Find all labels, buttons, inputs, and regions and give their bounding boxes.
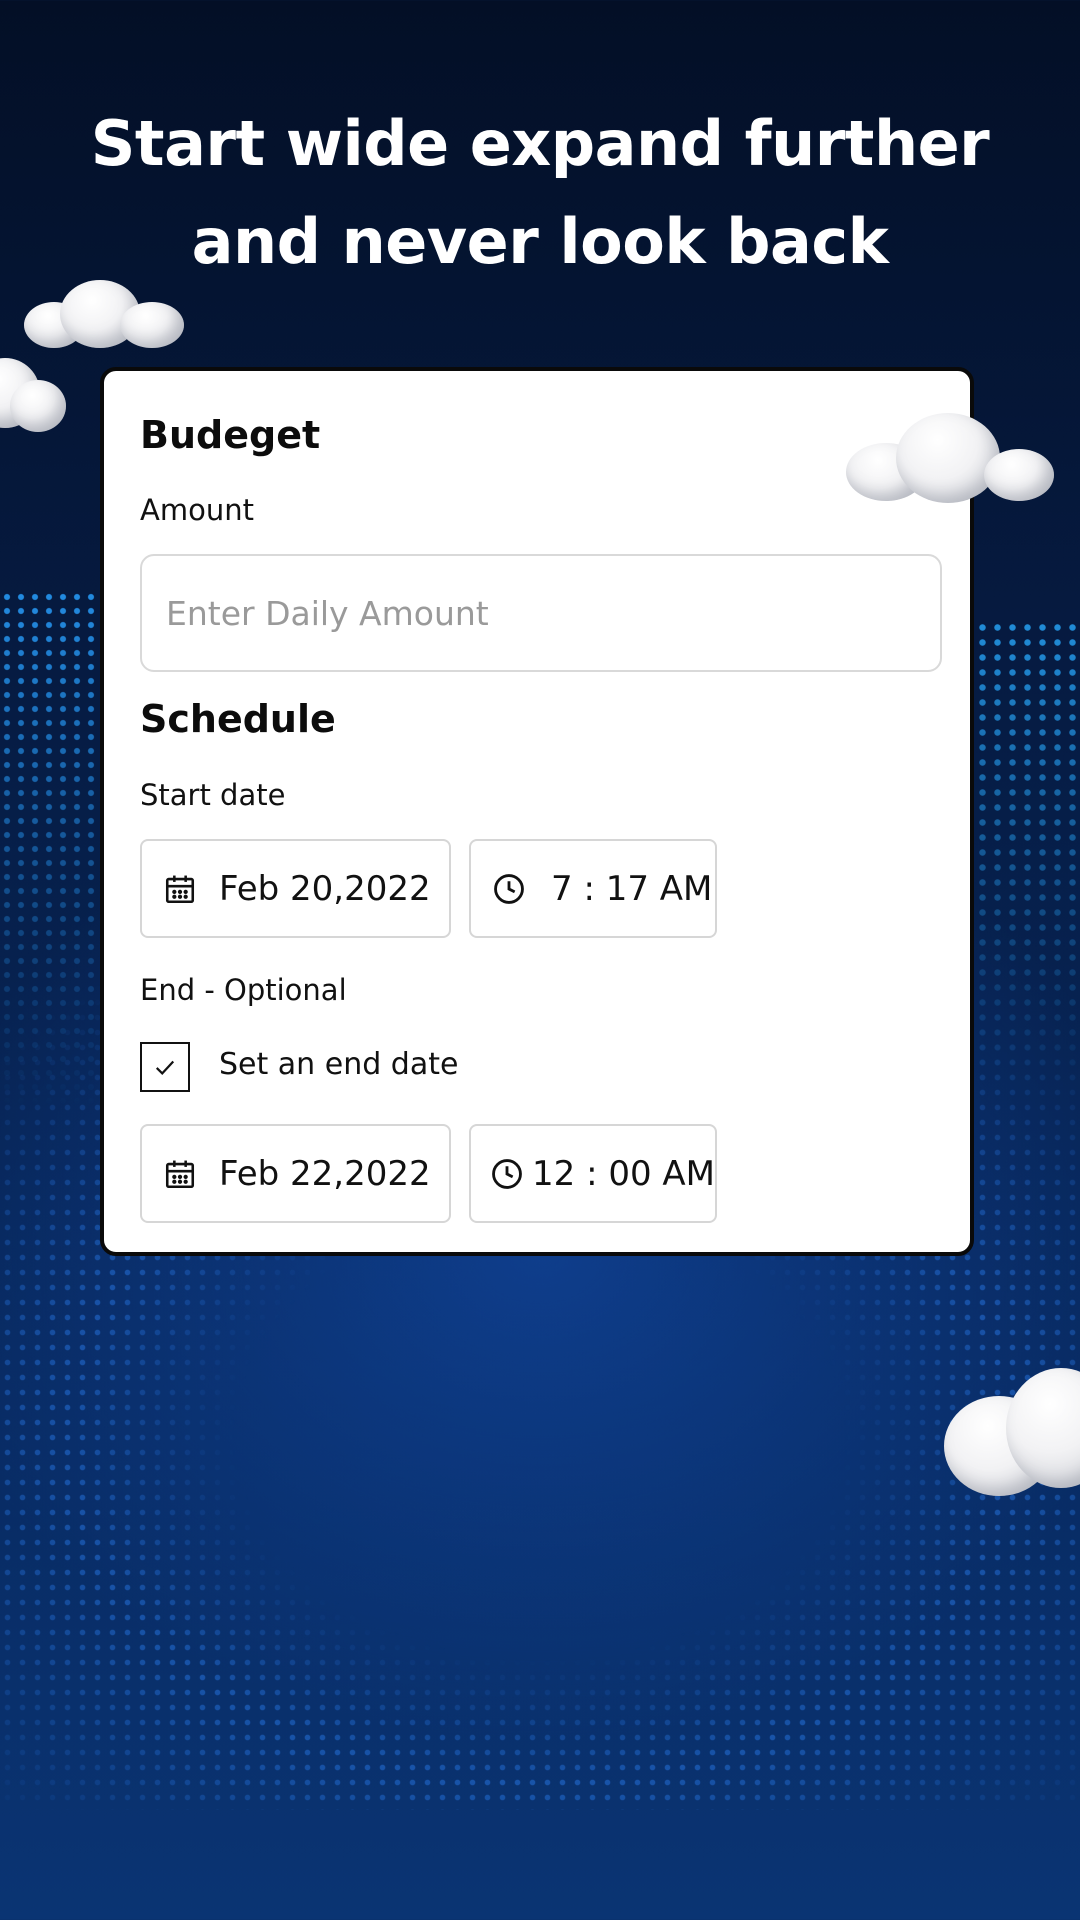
budget-schedule-card: Budeget Amount Schedule Start date Feb 2… [100,367,974,1256]
clock-icon [491,871,527,907]
set-end-date-checkbox[interactable] [140,1042,190,1092]
end-date-value: Feb 22,2022 [219,1153,431,1194]
start-date-picker[interactable]: Feb 20,2022 [140,839,451,938]
set-end-date-label: Set an end date [219,1047,459,1082]
headline: Start wide expand further and never look… [60,95,1020,291]
glow-dots-left [0,590,110,1110]
cloud-bottom-right [944,1368,1080,1498]
checkmark-icon [155,1060,175,1076]
cloud-left-edge [0,358,80,434]
glow-dots-right [975,620,1080,1100]
start-time-value: 7 : 17 AM [551,868,713,909]
amount-label: Amount [140,493,254,527]
budget-title: Budeget [140,413,321,457]
clock-icon [489,1156,524,1192]
headline-line-1: Start wide expand further [90,107,990,180]
daily-amount-input[interactable] [140,554,942,672]
cloud-top-left [24,280,184,350]
schedule-title: Schedule [140,697,336,741]
calendar-icon [162,1156,198,1192]
cloud-card-right [846,413,1056,503]
end-time-value: 12 : 00 AM [532,1153,715,1194]
end-time-picker[interactable]: 12 : 00 AM [469,1124,717,1223]
calendar-icon [162,871,198,907]
start-date-value: Feb 20,2022 [219,868,431,909]
end-optional-label: End - Optional [140,973,347,1007]
end-date-picker[interactable]: Feb 22,2022 [140,1124,451,1223]
start-date-label: Start date [140,778,286,812]
start-time-picker[interactable]: 7 : 17 AM [469,839,717,938]
headline-line-2: and never look back [191,205,889,278]
